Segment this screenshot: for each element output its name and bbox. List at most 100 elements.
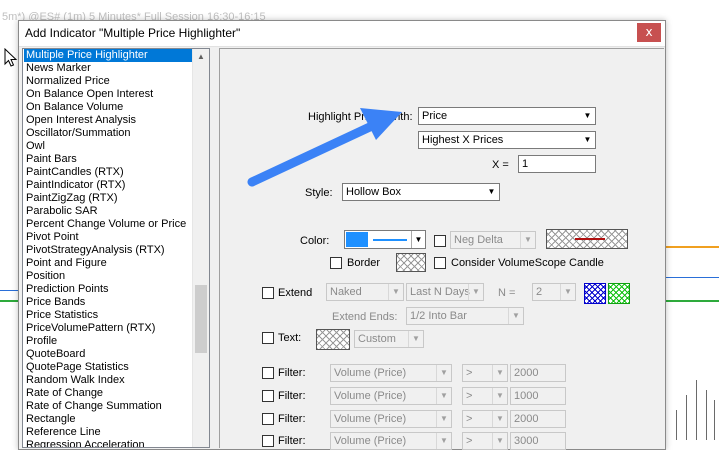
chevron-down-icon: ▼ <box>436 365 451 381</box>
highlight-prices-select[interactable]: Price ▼ <box>418 107 596 125</box>
text-select[interactable]: Custom ▼ <box>354 330 424 348</box>
chevron-down-icon: ▼ <box>492 388 507 404</box>
consider-volumescope-checkbox[interactable] <box>434 257 446 269</box>
line-style-sample <box>373 239 407 241</box>
chevron-down-icon: ▼ <box>508 308 523 324</box>
filter-operator-value: > <box>466 367 473 379</box>
color-picker[interactable]: ▼ <box>344 230 426 249</box>
consider-volumescope-label: Consider VolumeScope Candle <box>451 257 604 269</box>
close-icon: x <box>645 25 653 39</box>
filter-checkbox[interactable] <box>262 435 274 447</box>
highlight-mode-select[interactable]: Highest X Prices ▼ <box>418 131 596 149</box>
list-item[interactable]: Paint Bars <box>24 153 194 166</box>
list-item[interactable]: Price Bands <box>24 296 194 309</box>
list-item[interactable]: Parabolic SAR <box>24 205 194 218</box>
x-input[interactable]: 1 <box>518 155 596 173</box>
list-item[interactable]: On Balance Open Interest <box>24 88 194 101</box>
extend-green-swatch[interactable] <box>608 283 630 304</box>
neg-delta-checkbox[interactable] <box>434 235 446 247</box>
chevron-down-icon: ▼ <box>492 411 507 427</box>
list-item[interactable]: Oscillator/Summation <box>24 127 194 140</box>
filter-checkbox[interactable] <box>262 367 274 379</box>
text-color-swatch[interactable] <box>316 329 350 350</box>
chevron-down-icon: ▼ <box>408 331 423 347</box>
filter-operator-select[interactable]: > ▼ <box>462 387 508 405</box>
border-checkbox[interactable] <box>330 257 342 269</box>
filter-operator-value: > <box>466 435 473 447</box>
list-item[interactable]: Price Statistics <box>24 309 194 322</box>
mouse-cursor-icon <box>4 48 18 67</box>
list-item[interactable]: Multiple Price Highlighter <box>24 49 194 62</box>
list-item[interactable]: Percent Change Volume or Price <box>24 218 194 231</box>
extend-blue-swatch[interactable] <box>584 283 606 304</box>
list-item[interactable]: Normalized Price <box>24 75 194 88</box>
filter-field-select[interactable]: Volume (Price) ▼ <box>330 364 452 382</box>
list-item[interactable]: PriceVolumePattern (RTX) <box>24 322 194 335</box>
chevron-down-icon: ▼ <box>436 411 451 427</box>
filter-operator-select[interactable]: > ▼ <box>462 410 508 428</box>
n-label: N = <box>498 287 516 299</box>
n-value: 2 <box>536 286 543 298</box>
filter-operator-select[interactable]: > ▼ <box>462 364 508 382</box>
list-item[interactable]: PaintZigZag (RTX) <box>24 192 194 205</box>
style-label: Style: <box>305 187 333 199</box>
list-item[interactable]: QuoteBoard <box>24 348 194 361</box>
extend-checkbox[interactable] <box>262 287 274 299</box>
list-item[interactable]: PaintCandles (RTX) <box>24 166 194 179</box>
filter-value-input[interactable]: 1000 <box>510 387 566 405</box>
chevron-down-icon: ▼ <box>583 135 592 144</box>
list-scrollbar[interactable]: ▲ <box>192 49 209 447</box>
list-item[interactable]: PivotStrategyAnalysis (RTX) <box>24 244 194 257</box>
list-item[interactable]: Point and Figure <box>24 257 194 270</box>
list-item[interactable]: Random Walk Index <box>24 374 194 387</box>
list-item[interactable]: Rate of Change Summation <box>24 400 194 413</box>
indicator-list[interactable]: Multiple Price Highlighter News Marker Nor… <box>22 48 210 448</box>
filter-field-select[interactable]: Volume (Price) ▼ <box>330 387 452 405</box>
n-select[interactable]: 2 ▼ <box>532 283 576 301</box>
list-item[interactable]: News Marker <box>24 62 194 75</box>
list-item[interactable]: QuotePage Statistics <box>24 361 194 374</box>
list-item[interactable]: PaintIndicator (RTX) <box>24 179 194 192</box>
list-item[interactable]: Profile <box>24 335 194 348</box>
neg-delta-select[interactable]: Neg Delta ▼ <box>450 231 536 249</box>
filter-field-select[interactable]: Volume (Price) ▼ <box>330 410 452 428</box>
list-item[interactable]: Open Interest Analysis <box>24 114 194 127</box>
extend-range-select[interactable]: Last N Days ▼ <box>406 283 484 301</box>
extend-ends-select[interactable]: 1/2 Into Bar ▼ <box>406 307 524 325</box>
dialog-title: Add Indicator "Multiple Price Highlighte… <box>25 26 241 40</box>
list-item[interactable]: Owl <box>24 140 194 153</box>
chevron-down-icon: ▼ <box>560 284 575 300</box>
highlight-prices-label: Highlight Prices With: <box>308 111 413 123</box>
text-checkbox[interactable] <box>262 332 274 344</box>
filter-operator-select[interactable]: > ▼ <box>462 432 508 450</box>
style-value: Hollow Box <box>346 186 402 198</box>
list-item[interactable]: Reference Line <box>24 426 194 439</box>
text-label: Text: <box>278 332 302 344</box>
filter-checkbox[interactable] <box>262 390 274 402</box>
filter-checkbox[interactable] <box>262 413 274 425</box>
list-item[interactable]: Pivot Point <box>24 231 194 244</box>
extend-type-value: Naked <box>330 286 362 298</box>
chevron-down-icon: ▼ <box>487 187 496 196</box>
list-item[interactable]: Prediction Points <box>24 283 194 296</box>
list-item[interactable]: On Balance Volume <box>24 101 194 114</box>
filter-value-input[interactable]: 2000 <box>510 410 566 428</box>
style-select[interactable]: Hollow Box ▼ <box>342 183 500 201</box>
scroll-up-icon[interactable]: ▲ <box>193 49 209 65</box>
extend-ends-label: Extend Ends: <box>332 311 398 323</box>
scroll-thumb[interactable] <box>195 285 207 353</box>
list-item[interactable]: Rate of Change <box>24 387 194 400</box>
chevron-down-icon: ▼ <box>411 231 425 248</box>
list-item[interactable]: Rectangle <box>24 413 194 426</box>
filter-field-select[interactable]: Volume (Price) ▼ <box>330 432 452 450</box>
filter-value-input[interactable]: 2000 <box>510 364 566 382</box>
chart-candle <box>686 395 687 440</box>
extend-type-select[interactable]: Naked ▼ <box>326 283 404 301</box>
neg-delta-color-swatch[interactable] <box>546 229 628 249</box>
filter-value-input[interactable]: 3000 <box>510 432 566 450</box>
list-item[interactable]: Position <box>24 270 194 283</box>
close-button[interactable]: x <box>637 23 661 42</box>
indicator-list-items: Multiple Price Highlighter News Marker Nor… <box>24 49 194 447</box>
dialog-titlebar[interactable]: Add Indicator "Multiple Price Highlighte… <box>19 21 665 47</box>
border-color-swatch[interactable] <box>396 253 426 272</box>
